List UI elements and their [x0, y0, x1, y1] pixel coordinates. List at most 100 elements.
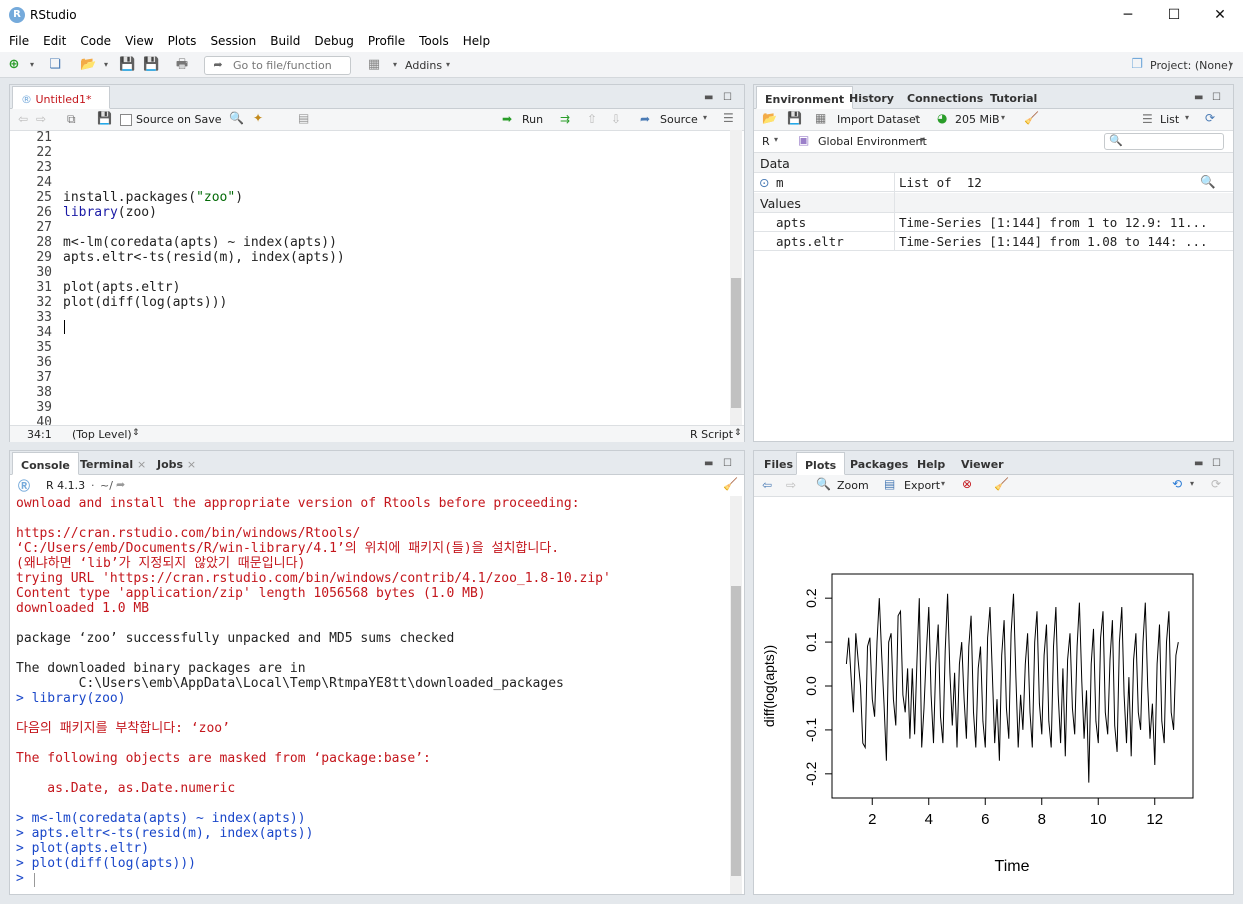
tab-files[interactable]: Files: [756, 452, 801, 475]
chevron-down-icon[interactable]: ▾: [915, 113, 919, 122]
chevron-down-icon[interactable]: ▾: [703, 113, 707, 122]
memory-usage[interactable]: 205 MiB: [955, 113, 1000, 126]
language-select[interactable]: R: [762, 135, 770, 148]
working-dir[interactable]: ~/: [100, 479, 113, 492]
chevron-down-icon[interactable]: ▾: [387, 57, 403, 73]
env-row-apts-eltr[interactable]: apts.eltr Time-Series [1:144] from 1.08 …: [754, 232, 1233, 251]
chevron-down-icon[interactable]: ▾: [1223, 57, 1239, 73]
expand-icon[interactable]: ⊙: [759, 175, 769, 190]
menu-debug[interactable]: Debug: [311, 30, 358, 52]
tab-environment[interactable]: Environment: [756, 86, 854, 109]
maximize-pane-icon[interactable]: ☐: [723, 458, 732, 469]
run-button[interactable]: Run: [522, 113, 543, 126]
save-all-icon[interactable]: 💾: [143, 57, 159, 73]
menu-file[interactable]: File: [6, 30, 34, 52]
goto-dir-icon[interactable]: ➦: [116, 478, 125, 491]
tab-connections[interactable]: Connections: [899, 86, 991, 109]
goto-file-input[interactable]: Go to file/function: [204, 56, 351, 75]
menu-session[interactable]: Session: [207, 30, 261, 52]
menu-plots[interactable]: Plots: [165, 30, 202, 52]
up-icon[interactable]: ⇧: [587, 112, 597, 126]
load-workspace-icon[interactable]: 📂: [762, 111, 777, 125]
publish-icon[interactable]: ⟲: [1172, 477, 1182, 491]
tab-history[interactable]: History: [841, 86, 902, 109]
chevron-down-icon[interactable]: ▾: [1185, 113, 1189, 122]
rerun-icon[interactable]: ⇉: [560, 112, 570, 126]
minimize-pane-icon[interactable]: ▬: [1194, 458, 1203, 469]
minimize-pane-icon[interactable]: ▬: [1194, 92, 1203, 103]
view-data-icon[interactable]: 🔍: [1200, 174, 1216, 190]
chevron-down-icon[interactable]: ▾: [1001, 113, 1005, 122]
scrollbar-thumb[interactable]: [731, 586, 741, 876]
next-plot-icon[interactable]: ⇨: [786, 478, 796, 492]
import-dataset-icon[interactable]: ▦: [815, 111, 826, 125]
chevron-down-icon[interactable]: ▾: [24, 57, 40, 73]
new-file-icon[interactable]: ⊕: [6, 57, 22, 73]
menu-profile[interactable]: Profile: [365, 30, 410, 52]
refresh-icon[interactable]: ⟳: [1205, 111, 1215, 125]
console-output[interactable]: ownload and install the appropriate vers…: [16, 496, 728, 894]
menu-view[interactable]: View: [122, 30, 158, 52]
chevron-down-icon[interactable]: ▾: [920, 135, 924, 144]
scope-indicator[interactable]: (Top Level): [72, 428, 132, 441]
maximize-pane-icon[interactable]: ☐: [723, 92, 732, 103]
prev-plot-icon[interactable]: ⇦: [762, 478, 772, 492]
env-row-m[interactable]: ⊙ m List of 12 🔍: [754, 173, 1233, 192]
minimize-button[interactable]: ─: [1105, 4, 1151, 26]
source-on-save-checkbox[interactable]: [120, 114, 132, 126]
addins-menu[interactable]: Addins: [405, 59, 442, 72]
tab-tutorial[interactable]: Tutorial: [982, 86, 1045, 109]
grid-layout-icon[interactable]: ▦: [366, 57, 382, 73]
export-button[interactable]: Export: [904, 479, 940, 492]
new-project-icon[interactable]: ❏: [47, 57, 63, 73]
tab-help[interactable]: Help: [909, 452, 953, 475]
back-icon[interactable]: ⇦: [18, 112, 28, 126]
remove-plot-icon[interactable]: ⊗: [962, 477, 972, 491]
maximize-pane-icon[interactable]: ☐: [1212, 92, 1221, 103]
menu-build[interactable]: Build: [267, 30, 305, 52]
save-workspace-icon[interactable]: 💾: [787, 111, 802, 125]
tab-terminal[interactable]: Terminal ×: [72, 452, 154, 475]
maximize-pane-icon[interactable]: ☐: [1212, 458, 1221, 469]
chevron-down-icon[interactable]: ▾: [98, 57, 114, 73]
chevron-down-icon[interactable]: ▾: [941, 479, 945, 488]
print-icon[interactable]: 🖶: [174, 57, 190, 73]
refresh-icon[interactable]: ⟳: [1211, 477, 1221, 491]
save-icon[interactable]: 💾: [119, 57, 135, 73]
close-button[interactable]: ✕: [1197, 4, 1243, 26]
menu-help[interactable]: Help: [460, 30, 495, 52]
list-icon[interactable]: ☰: [723, 111, 734, 125]
zoom-button[interactable]: Zoom: [837, 479, 869, 492]
outline-icon[interactable]: ▤: [298, 111, 309, 125]
down-icon[interactable]: ⇩: [611, 112, 621, 126]
menu-tools[interactable]: Tools: [416, 30, 454, 52]
show-in-window-icon[interactable]: ⧉: [67, 112, 76, 127]
project-menu[interactable]: Project: (None): [1150, 59, 1232, 72]
chevron-down-icon[interactable]: ▾: [774, 135, 778, 144]
maximize-button[interactable]: ☐: [1151, 4, 1197, 26]
tab-console[interactable]: Console: [12, 452, 79, 475]
run-icon[interactable]: ➡: [502, 112, 512, 126]
menu-code[interactable]: Code: [77, 30, 116, 52]
broom-icon[interactable]: 🧹: [994, 477, 1009, 491]
tab-jobs[interactable]: Jobs ×: [149, 452, 204, 475]
scrollbar-thumb[interactable]: [731, 278, 741, 408]
scope-chevron-icon[interactable]: ⇕: [132, 428, 140, 438]
tab-viewer[interactable]: Viewer: [953, 452, 1012, 475]
editor-scrollbar[interactable]: [730, 130, 742, 425]
tab-untitled1[interactable]: ® Untitled1* ×: [12, 86, 110, 119]
clear-console-icon[interactable]: 🧹: [723, 477, 738, 491]
import-dataset-button[interactable]: Import Dataset: [837, 113, 920, 126]
code-area[interactable]: install.packages("zoo") library(zoo) m<-lm…: [63, 130, 703, 425]
tab-packages[interactable]: Packages: [842, 452, 916, 475]
console-scrollbar[interactable]: [730, 496, 742, 894]
environment-search-input[interactable]: 🔍: [1104, 133, 1224, 150]
minimize-pane-icon[interactable]: ▬: [704, 92, 713, 103]
broom-icon[interactable]: 🧹: [1024, 111, 1039, 125]
type-chevron-icon[interactable]: ⇕: [734, 428, 742, 438]
chevron-down-icon[interactable]: ▾: [1190, 479, 1194, 488]
open-file-icon[interactable]: 📂: [80, 57, 96, 73]
menu-edit[interactable]: Edit: [40, 30, 71, 52]
forward-icon[interactable]: ⇨: [36, 112, 46, 126]
search-icon[interactable]: 🔍: [229, 111, 244, 125]
